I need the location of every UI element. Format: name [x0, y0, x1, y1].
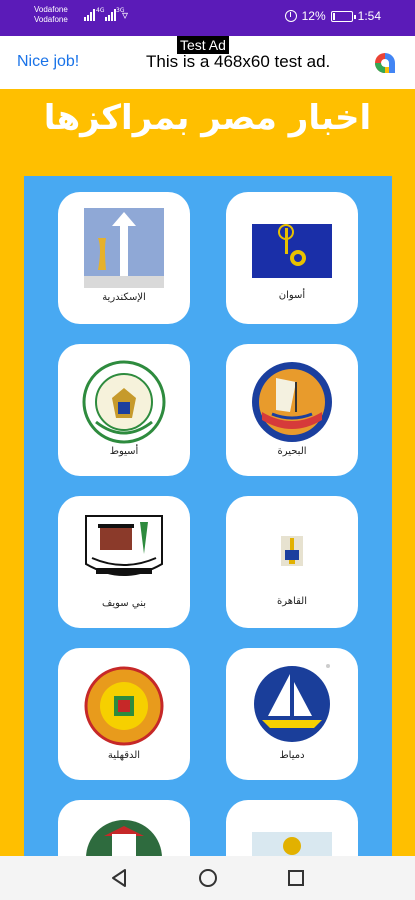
recents-icon[interactable] — [274, 856, 318, 900]
status-right: 12% 1:54 — [284, 9, 381, 23]
governorate-label: بني سويف — [102, 598, 146, 609]
governorate-card-cairo[interactable]: القاهرة — [226, 496, 358, 628]
network-type-1: 4G — [96, 7, 105, 14]
governorate-label: القاهرة — [277, 596, 307, 607]
governorate-card-damietta[interactable]: دمياط — [226, 648, 358, 780]
carrier-1: Vodafone — [34, 5, 68, 14]
ad-choices-icon[interactable] — [372, 50, 398, 76]
governorate-label: أسوان — [278, 290, 306, 301]
ad-nice-job-link[interactable]: Nice job! — [17, 53, 79, 71]
signal-icon — [105, 9, 116, 21]
status-bar: Vodafone Vodafone 4G 3G ▿ 12% 1:54 — [0, 0, 415, 36]
aswan-flag-icon — [252, 224, 332, 278]
carrier-labels: Vodafone Vodafone — [34, 5, 68, 25]
governorate-card-alexandria[interactable]: الإسكندرية — [58, 192, 190, 324]
governorate-label: البحيرة — [277, 446, 307, 457]
dakahlia-emblem-icon — [84, 666, 164, 746]
governorate-label: الإسكندرية — [102, 292, 146, 303]
clock: 1:54 — [357, 9, 381, 23]
battery-icon — [330, 10, 356, 22]
alarm-icon — [284, 10, 297, 22]
governorate-label: الدقهلية — [107, 750, 141, 761]
governorate-card-dakahlia[interactable]: الدقهلية — [58, 648, 190, 780]
governorate-grid: أسوان الإسكندرية البحيرة أسيوط القاهرة ب… — [24, 176, 392, 876]
alexandria-emblem-icon — [84, 208, 164, 288]
asyut-emblem-icon — [82, 360, 166, 444]
governorate-card-beheira[interactable]: البحيرة — [226, 344, 358, 476]
signal-icon — [84, 9, 95, 21]
home-icon[interactable] — [186, 856, 230, 900]
battery-fill — [332, 12, 336, 20]
beheira-emblem-icon — [252, 362, 332, 442]
cairo-emblem-icon — [281, 536, 303, 566]
ad-banner-text[interactable]: This is a 468x60 test ad. — [146, 52, 330, 72]
carrier-2: Vodafone — [34, 15, 68, 24]
battery-percent: 12% — [301, 9, 326, 23]
system-nav-bar — [0, 856, 415, 900]
governorate-label: دمياط — [279, 750, 305, 761]
governorate-label: أسيوط — [109, 446, 139, 457]
wifi-off-icon: ▿ — [122, 8, 129, 22]
page-title: اخبار مصر بمراكزها — [43, 98, 372, 138]
governorate-card-beni-suef[interactable]: بني سويف — [58, 496, 190, 628]
back-icon[interactable] — [97, 856, 141, 900]
beni-suef-emblem-icon — [85, 515, 163, 576]
governorate-card-aswan[interactable]: أسوان — [226, 192, 358, 324]
governorate-card-asyut[interactable]: أسيوط — [58, 344, 190, 476]
damietta-emblem-icon — [254, 664, 330, 742]
